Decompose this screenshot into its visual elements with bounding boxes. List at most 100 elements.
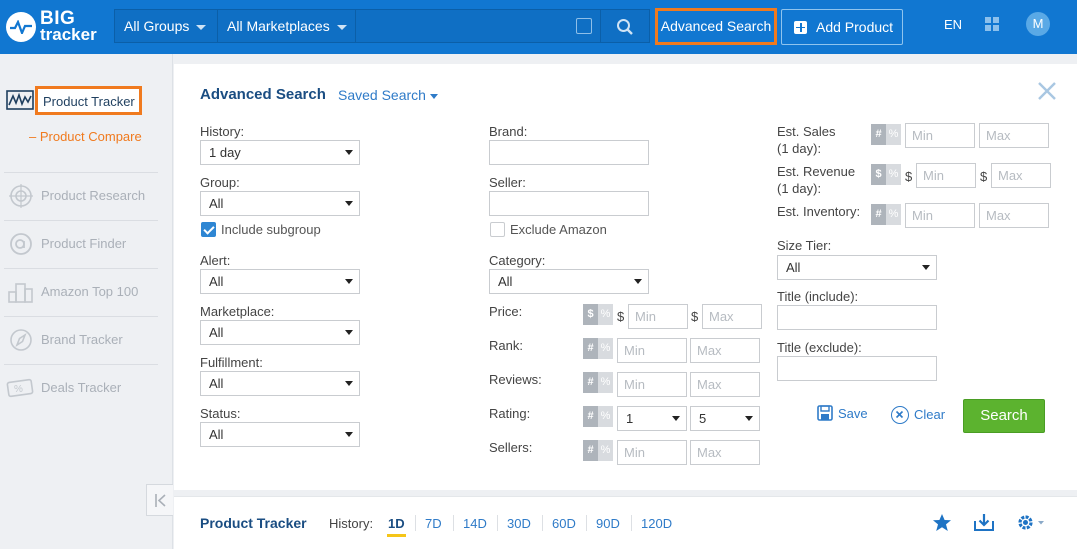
user-avatar[interactable]: M [1026,12,1050,36]
tab-120d[interactable]: 120D [641,516,672,531]
saved-search-dropdown[interactable]: Saved Search [338,87,438,103]
group-select[interactable]: All Groups [115,10,218,42]
reviews-min-input[interactable] [617,372,687,397]
product-tracker-header: Product Tracker History: 1D 7D 14D 30D 6… [174,496,1077,549]
sidebar-item-deals-tracker[interactable]: % Deals Tracker [4,364,158,412]
search-submit-button[interactable]: Search [963,399,1045,433]
include-subgroup-checkbox[interactable] [201,222,216,237]
price-unit-toggle[interactable]: $% [583,304,613,325]
exclude-amazon-checkbox[interactable] [490,222,505,237]
reviews-unit-toggle[interactable]: #% [583,372,613,393]
search-button[interactable] [601,10,650,42]
sidebar-item-product-compare[interactable]: – Product Compare [29,129,142,144]
star-icon[interactable] [932,513,952,532]
percent-toggle-option[interactable]: % [598,406,613,427]
reviews-max-input[interactable] [690,372,760,397]
sidebar-item-label: Product Tracker [43,94,135,109]
sellers-unit-toggle[interactable]: #% [583,440,613,461]
rating-unit-toggle[interactable]: #% [583,406,613,427]
tab-90d[interactable]: 90D [596,516,620,531]
seller-input[interactable] [489,191,649,216]
sidebar-item-amazon-top-100[interactable]: Amazon Top 100 [4,268,158,316]
est-sales-min-input[interactable] [905,123,975,148]
search-option-checkbox[interactable] [576,18,592,34]
category-label: Category: [489,253,546,268]
sellers-min-input[interactable] [617,440,687,465]
percent-toggle-option[interactable]: % [598,440,613,461]
chevron-down-icon [345,279,353,284]
fulfillment-select[interactable]: All [200,371,360,396]
settings-gear-icon[interactable] [1016,513,1046,532]
advanced-search-button[interactable]: Advanced Search [655,8,777,45]
top-bar: BIG tracker All Groups All Marketplaces … [0,0,1077,54]
brand-input[interactable] [489,140,649,165]
divider [542,515,543,531]
price-max-input[interactable] [702,304,762,329]
tab-7d[interactable]: 7D [425,516,442,531]
tab-14d[interactable]: 14D [463,516,487,531]
rank-max-input[interactable] [690,338,760,363]
product-tracker-highlight: Product Tracker [35,86,142,115]
collapse-left-icon [155,494,166,507]
history-select[interactable]: 1 day [200,140,360,165]
language-selector[interactable]: EN [944,17,962,32]
hash-toggle-option[interactable]: # [583,372,598,393]
target-icon [9,184,33,208]
seller-label: Seller: [489,175,526,190]
status-select[interactable]: All [200,422,360,447]
hash-toggle-option[interactable]: # [871,204,886,225]
add-product-button[interactable]: Add Product [781,9,903,45]
est-sales-unit-toggle[interactable]: #% [871,124,901,145]
title-include-input[interactable] [777,305,937,330]
est-revenue-unit-toggle[interactable]: $% [871,164,901,185]
sellers-max-input[interactable] [690,440,760,465]
est-revenue-max-input[interactable] [991,163,1051,188]
hash-toggle-option[interactable]: # [583,406,598,427]
est-sales-max-input[interactable] [979,123,1049,148]
hash-toggle-option[interactable]: # [583,338,598,359]
sidebar-item-product-tracker[interactable]: Product Tracker [4,86,164,115]
download-icon[interactable] [973,513,995,532]
tab-1d[interactable]: 1D [387,516,406,537]
sidebar-item-brand-tracker[interactable]: Brand Tracker [4,316,158,364]
percent-toggle-option[interactable]: % [886,124,901,145]
marketplace-select[interactable]: All Marketplaces [218,10,356,42]
percent-toggle-option[interactable]: % [886,164,901,185]
dollar-toggle-option[interactable]: $ [871,164,886,185]
est-inventory-unit-toggle[interactable]: #% [871,204,901,225]
title-exclude-input[interactable] [777,356,937,381]
rating-max-select[interactable]: 5 [690,406,760,431]
percent-toggle-option[interactable]: % [886,204,901,225]
bigtracker-logo[interactable]: BIG tracker [6,8,106,46]
dollar-toggle-option[interactable]: $ [583,304,598,325]
est-inventory-max-input[interactable] [979,203,1049,228]
rank-unit-toggle[interactable]: #% [583,338,613,359]
hash-toggle-option[interactable]: # [583,440,598,461]
rating-min-select[interactable]: 1 [617,406,687,431]
close-icon[interactable] [1036,80,1058,102]
rank-min-input[interactable] [617,338,687,363]
tab-60d[interactable]: 60D [552,516,576,531]
category-select[interactable]: All [489,269,649,294]
est-revenue-label: Est. Revenue [777,164,856,179]
tab-30d[interactable]: 30D [507,516,531,531]
sidebar-item-product-research[interactable]: Product Research [4,172,158,220]
sidebar-item-product-finder[interactable]: Product Finder [4,220,158,268]
marketplace-filter-select[interactable]: All [200,320,360,345]
divider [586,515,587,531]
group-filter-select[interactable]: All [200,191,360,216]
percent-toggle-option[interactable]: % [598,304,613,325]
size-tier-select[interactable]: All [777,255,937,280]
est-inventory-min-input[interactable] [905,203,975,228]
global-search-input[interactable] [356,10,601,42]
percent-toggle-option[interactable]: % [598,372,613,393]
price-min-input[interactable] [628,304,688,329]
sellers-label: Sellers: [489,440,533,455]
apps-grid-icon[interactable] [985,17,999,31]
percent-toggle-option[interactable]: % [598,338,613,359]
est-revenue-min-input[interactable] [916,163,976,188]
hash-toggle-option[interactable]: # [871,124,886,145]
alert-select[interactable]: All [200,269,360,294]
fulfillment-label: Fulfillment: [200,355,263,370]
collapse-sidebar-button[interactable] [146,484,173,516]
